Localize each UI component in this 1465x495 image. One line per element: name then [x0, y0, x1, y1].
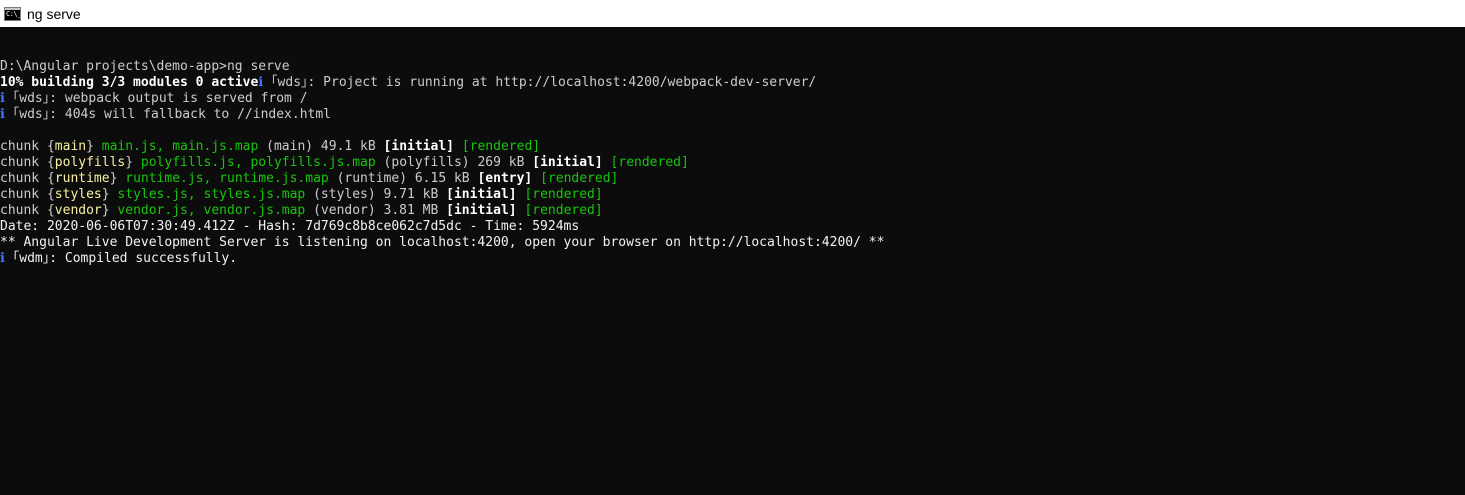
console-text: (runtime) 6.15 kB [328, 171, 478, 186]
console-text: chunk { [0, 203, 55, 218]
console-text: } [101, 187, 118, 202]
console-text: [initial] [446, 203, 517, 218]
console-text: chunk { [0, 187, 55, 202]
console-text: ｢wds｣: Project is running at http://loca… [271, 75, 817, 90]
console-line: ℹ ｢wds｣: webpack output is served from / [0, 91, 1465, 107]
console-text: [initial] [383, 139, 454, 154]
console-text: (polyfills) 269 kB [375, 155, 533, 170]
console-line: chunk {main} main.js, main.js.map (main)… [0, 139, 1465, 155]
info-icon: ℹ [0, 107, 13, 122]
title-bar[interactable]: C:\_ ng serve [0, 0, 1465, 27]
cmd-icon-glyph: C:\_ [6, 9, 21, 18]
console-text: vendor.js, vendor.js.map [117, 203, 306, 218]
console-text: vendor [54, 203, 102, 218]
console-text: [initial] [446, 187, 517, 202]
console-window: C:\_ ng serve D:\Angular projects\demo-a… [0, 0, 1465, 495]
info-icon: ℹ [258, 75, 272, 90]
console-text: D:\Angular projects\demo-app>ng serve [0, 59, 290, 74]
console-line: chunk {runtime} runtime.js, runtime.js.m… [0, 171, 1465, 187]
console-text: [rendered] [524, 187, 603, 202]
console-text: polyfills [54, 155, 126, 170]
console-line: ** Angular Live Development Server is li… [0, 235, 1465, 251]
console-text: main.js, main.js.map [101, 139, 259, 154]
console-line: 10% building 3/3 modules 0 activeℹ ｢wds｣… [0, 75, 1465, 91]
console-text: } [101, 203, 118, 218]
console-text: runtime [54, 171, 110, 186]
console-line: chunk {styles} styles.js, styles.js.map … [0, 187, 1465, 203]
console-text: } [109, 171, 126, 186]
console-line: Date: 2020-06-06T07:30:49.412Z - Hash: 7… [0, 219, 1465, 235]
cmd-icon[interactable]: C:\_ [4, 6, 21, 21]
console-text: styles.js, styles.js.map [117, 187, 306, 202]
window-title: ng serve [27, 5, 81, 22]
console-text: polyfills.js, polyfills.js.map [140, 155, 376, 170]
console-text: chunk { [0, 155, 55, 170]
console-line: ℹ ｢wds｣: 404s will fallback to //index.h… [0, 107, 1465, 123]
console-text: ** Angular Live Development Server is li… [0, 235, 885, 250]
console-text: ｢wds｣: 404s will fallback to //index.htm… [12, 107, 332, 122]
console-line: ℹ ｢wdm｣: Compiled successfully. [0, 251, 1465, 267]
console-text: } [125, 155, 141, 170]
console-text: chunk { [0, 171, 55, 186]
console-line: D:\Angular projects\demo-app>ng serve [0, 59, 1465, 75]
console-text: ｢wds｣: webpack output is served from / [12, 91, 308, 106]
info-icon: ℹ [0, 251, 13, 266]
console-text: [rendered] [461, 139, 541, 154]
console-text: [rendered] [610, 155, 689, 170]
console-text: [rendered] [524, 203, 603, 218]
console-text: [entry] [477, 171, 533, 186]
console-text: (vendor) 3.81 MB [305, 203, 447, 218]
console-text: [initial] [532, 155, 603, 170]
console-text: styles [54, 187, 102, 202]
console-text: [rendered] [540, 171, 619, 186]
info-icon: ℹ [0, 91, 13, 106]
console-output[interactable]: D:\Angular projects\demo-app>ng serve 10%… [0, 43, 1465, 495]
console-text: 10% building 3/3 modules 0 active [0, 75, 259, 90]
console-text: (styles) 9.71 kB [305, 187, 447, 202]
console-text: ｢wdm｣: Compiled successfully. [12, 251, 238, 266]
console-text: runtime.js, runtime.js.map [125, 171, 329, 186]
console-text: chunk { [0, 139, 55, 154]
console-text: Date: 2020-06-06T07:30:49.412Z - Hash: 7… [0, 219, 580, 234]
console-text: } [86, 139, 102, 154]
console-text: (main) 49.1 kB [258, 139, 384, 154]
console-line: chunk {polyfills} polyfills.js, polyfill… [0, 155, 1465, 171]
console-text: main [54, 139, 87, 154]
console-line: chunk {vendor} vendor.js, vendor.js.map … [0, 203, 1465, 219]
